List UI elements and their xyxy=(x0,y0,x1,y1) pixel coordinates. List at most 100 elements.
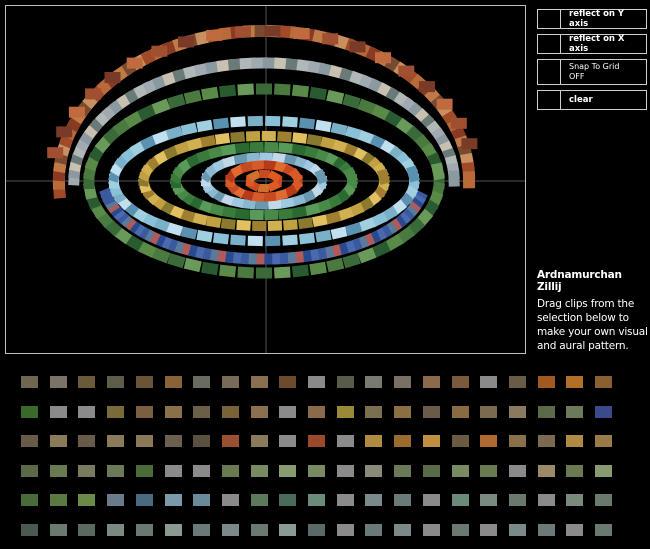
clip-thumbnail[interactable] xyxy=(308,494,325,506)
clip-thumbnail[interactable] xyxy=(365,464,383,477)
clip-thumbnail[interactable] xyxy=(78,405,96,418)
clip-thumbnail[interactable] xyxy=(49,405,67,418)
clip-thumbnail[interactable] xyxy=(164,405,182,418)
clip-thumbnail[interactable] xyxy=(49,464,67,477)
placed-clip[interactable] xyxy=(180,122,198,136)
clip-thumbnail[interactable] xyxy=(221,464,239,477)
placed-clip[interactable] xyxy=(237,266,254,279)
snap-to-grid-button[interactable]: Snap To Grid OFF xyxy=(537,59,647,85)
placed-clip[interactable] xyxy=(214,132,231,145)
placed-clip[interactable] xyxy=(212,232,230,245)
clip-thumbnail[interactable] xyxy=(164,494,182,506)
clip-selection-palette[interactable] xyxy=(0,366,650,549)
clip-thumbnail[interactable] xyxy=(451,405,469,418)
placed-clip[interactable] xyxy=(247,235,263,247)
clip-thumbnail[interactable] xyxy=(21,494,38,506)
placed-clip[interactable] xyxy=(406,165,420,183)
clip-thumbnail[interactable] xyxy=(508,405,526,418)
placed-clip[interactable] xyxy=(349,41,366,53)
placed-clip[interactable] xyxy=(196,119,213,133)
clip-thumbnail[interactable] xyxy=(308,435,325,447)
clip-thumbnail[interactable] xyxy=(107,464,125,477)
placed-clip[interactable] xyxy=(448,170,460,187)
clip-thumbnail[interactable] xyxy=(164,376,182,388)
placed-clip[interactable] xyxy=(85,88,102,100)
placed-clip[interactable] xyxy=(212,117,230,130)
placed-clip[interactable] xyxy=(47,147,64,159)
clip-thumbnail[interactable] xyxy=(193,523,211,536)
placed-clip[interactable] xyxy=(278,142,294,154)
placed-clip[interactable] xyxy=(278,208,294,220)
placed-clip[interactable] xyxy=(292,132,308,144)
placed-clip[interactable] xyxy=(219,264,237,278)
clip-thumbnail[interactable] xyxy=(394,376,412,388)
clip-thumbnail[interactable] xyxy=(451,523,469,536)
placed-clip[interactable] xyxy=(219,84,237,98)
clear-checkbox[interactable] xyxy=(538,91,561,109)
placed-clip[interactable] xyxy=(261,130,276,142)
clip-thumbnail[interactable] xyxy=(336,494,354,506)
clip-thumbnail[interactable] xyxy=(422,523,440,536)
placed-clip[interactable] xyxy=(178,36,194,48)
clip-thumbnail[interactable] xyxy=(78,494,96,506)
clip-thumbnail[interactable] xyxy=(480,376,498,388)
placed-clip[interactable] xyxy=(344,222,363,237)
placed-clip[interactable] xyxy=(293,28,310,39)
clip-thumbnail[interactable] xyxy=(135,376,153,388)
clip-thumbnail[interactable] xyxy=(21,464,38,477)
placed-clip[interactable] xyxy=(249,141,264,153)
placed-clip[interactable] xyxy=(342,253,361,269)
placed-clip[interactable] xyxy=(264,25,281,37)
clip-thumbnail[interactable] xyxy=(566,435,584,447)
pattern-canvas-svg[interactable] xyxy=(6,6,525,353)
clip-thumbnail[interactable] xyxy=(508,464,526,477)
placed-clip[interactable] xyxy=(306,133,323,147)
clip-thumbnail[interactable] xyxy=(451,376,469,388)
clip-thumbnail[interactable] xyxy=(135,494,153,506)
placed-clip[interactable] xyxy=(283,219,298,231)
clip-thumbnail[interactable] xyxy=(78,376,96,388)
clip-thumbnail[interactable] xyxy=(279,494,297,506)
clip-thumbnail[interactable] xyxy=(107,376,125,388)
clip-thumbnail[interactable] xyxy=(480,435,498,447)
clip-thumbnail[interactable] xyxy=(250,523,268,536)
placed-clip[interactable] xyxy=(431,162,445,181)
clip-thumbnail[interactable] xyxy=(566,376,584,388)
clip-thumbnail[interactable] xyxy=(250,435,268,447)
clip-thumbnail[interactable] xyxy=(480,464,498,477)
clip-thumbnail[interactable] xyxy=(566,464,584,477)
placed-clip[interactable] xyxy=(461,138,478,150)
placed-clip[interactable] xyxy=(251,160,265,171)
clip-thumbnail[interactable] xyxy=(480,523,498,536)
clip-thumbnail[interactable] xyxy=(193,405,211,418)
clip-thumbnail[interactable] xyxy=(49,523,67,536)
clip-thumbnail[interactable] xyxy=(422,494,440,506)
placed-clip[interactable] xyxy=(235,26,251,38)
clip-thumbnail[interactable] xyxy=(595,405,612,418)
clip-thumbnail[interactable] xyxy=(336,405,354,418)
clip-thumbnail[interactable] xyxy=(78,435,96,447)
clip-thumbnail[interactable] xyxy=(21,435,38,447)
clip-thumbnail[interactable] xyxy=(221,523,239,536)
clip-thumbnail[interactable] xyxy=(422,376,440,388)
clip-thumbnail[interactable] xyxy=(221,435,239,447)
placed-clip[interactable] xyxy=(315,229,332,243)
clip-thumbnail[interactable] xyxy=(279,523,297,536)
placed-clip[interactable] xyxy=(309,261,327,276)
clip-thumbnail[interactable] xyxy=(193,464,211,477)
placed-clip[interactable] xyxy=(255,200,269,210)
placed-clip[interactable] xyxy=(267,220,283,232)
placed-clip[interactable] xyxy=(282,116,298,128)
clip-thumbnail[interactable] xyxy=(595,494,612,506)
placed-clip[interactable] xyxy=(265,235,281,247)
placed-clip[interactable] xyxy=(56,126,73,138)
clip-thumbnail[interactable] xyxy=(135,464,153,477)
clip-thumbnail[interactable] xyxy=(480,494,498,506)
placed-clip[interactable] xyxy=(311,214,328,228)
clip-thumbnail[interactable] xyxy=(250,376,268,388)
placed-clip[interactable] xyxy=(245,130,261,142)
clip-thumbnail[interactable] xyxy=(365,405,383,418)
placed-clip[interactable] xyxy=(450,117,467,129)
placed-clip[interactable] xyxy=(151,45,168,57)
clip-thumbnail[interactable] xyxy=(193,435,211,447)
